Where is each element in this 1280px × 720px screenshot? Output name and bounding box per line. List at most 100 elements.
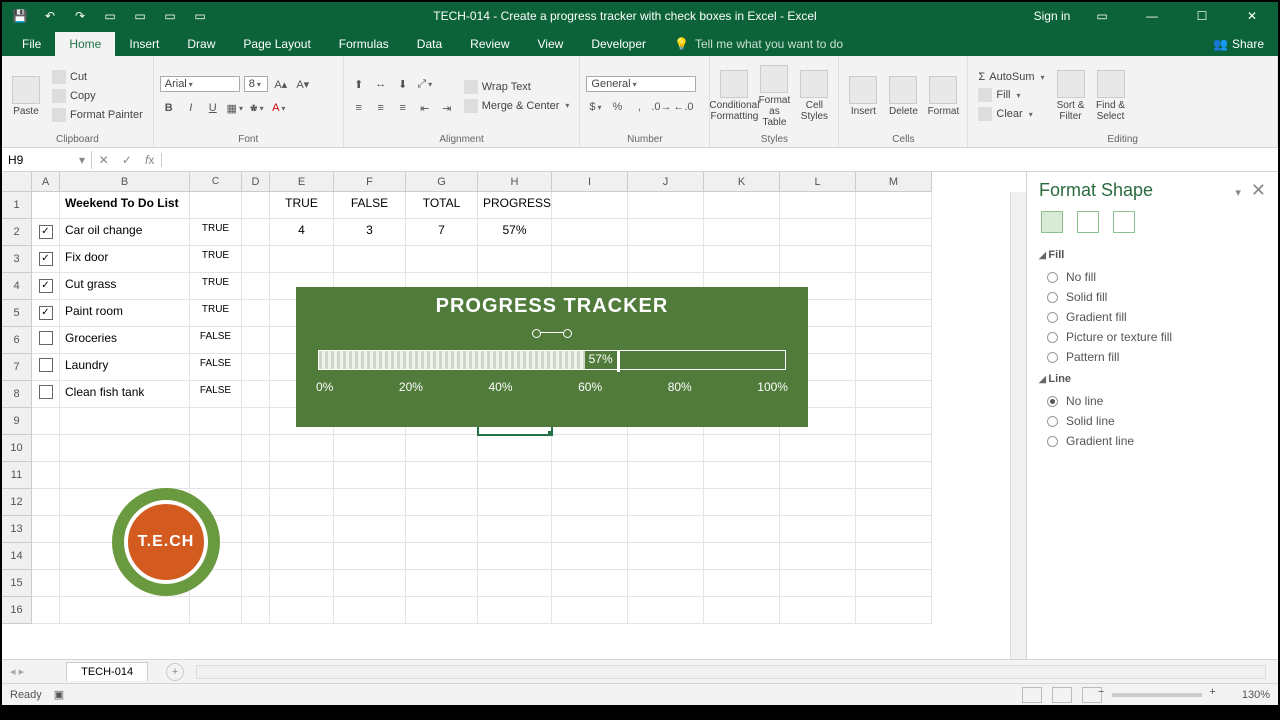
checkbox[interactable]: ✓ xyxy=(39,225,53,239)
cell[interactable] xyxy=(856,327,932,354)
cell[interactable]: 57% xyxy=(478,219,552,246)
cell[interactable] xyxy=(242,462,270,489)
cell[interactable] xyxy=(270,489,334,516)
cell[interactable] xyxy=(780,462,856,489)
tab-page-layout[interactable]: Page Layout xyxy=(229,32,324,56)
cell[interactable] xyxy=(704,489,780,516)
col-header[interactable]: L xyxy=(780,172,856,192)
cell[interactable] xyxy=(242,489,270,516)
qat-icon[interactable]: ▭ xyxy=(102,8,118,24)
row-header[interactable]: 14 xyxy=(2,543,32,570)
cell[interactable] xyxy=(478,246,552,273)
row-header[interactable]: 12 xyxy=(2,489,32,516)
col-header[interactable]: I xyxy=(552,172,628,192)
cell[interactable] xyxy=(406,246,478,273)
pane-close-icon[interactable]: ✕ xyxy=(1251,180,1266,200)
cell[interactable] xyxy=(334,516,406,543)
cell[interactable]: Clean fish tank xyxy=(60,381,190,408)
cell[interactable] xyxy=(478,570,552,597)
col-header[interactable]: D xyxy=(242,172,270,192)
share-button[interactable]: 👥Share xyxy=(1199,32,1278,56)
cell[interactable] xyxy=(270,462,334,489)
cell[interactable] xyxy=(478,435,552,462)
cell[interactable] xyxy=(242,570,270,597)
normal-view-icon[interactable] xyxy=(1022,687,1042,703)
cell[interactable] xyxy=(334,462,406,489)
cell[interactable] xyxy=(270,435,334,462)
row-header[interactable]: 16 xyxy=(2,597,32,624)
cell[interactable] xyxy=(406,570,478,597)
col-header[interactable]: C xyxy=(190,172,242,192)
sort-filter-button[interactable]: Sort & Filter xyxy=(1053,70,1089,122)
cell[interactable] xyxy=(242,354,270,381)
cell[interactable] xyxy=(406,435,478,462)
cell[interactable] xyxy=(780,597,856,624)
cell[interactable] xyxy=(242,597,270,624)
cell[interactable]: PROGRESS xyxy=(478,192,552,219)
cell[interactable] xyxy=(32,489,60,516)
redo-icon[interactable]: ↷ xyxy=(72,8,88,24)
cell[interactable] xyxy=(856,489,932,516)
cell[interactable]: TRUE xyxy=(190,300,242,327)
zoom-slider[interactable] xyxy=(1112,693,1202,697)
signin-link[interactable]: Sign in xyxy=(1032,9,1072,23)
pane-options-icon[interactable]: ▾ xyxy=(1235,187,1241,199)
tab-data[interactable]: Data xyxy=(403,32,456,56)
conditional-formatting-button[interactable]: Conditional Formatting xyxy=(716,70,752,122)
radio-option[interactable]: No fill xyxy=(1039,267,1266,287)
paste-button[interactable]: Paste xyxy=(8,76,44,117)
radio-option[interactable]: Solid line xyxy=(1039,411,1266,431)
cell[interactable] xyxy=(856,408,932,435)
cell[interactable] xyxy=(628,516,704,543)
maximize-icon[interactable]: ☐ xyxy=(1182,9,1222,23)
cell[interactable] xyxy=(780,543,856,570)
font-color-button[interactable]: A xyxy=(270,99,288,117)
cell[interactable] xyxy=(406,516,478,543)
col-header[interactable]: E xyxy=(270,172,334,192)
tell-me[interactable]: 💡Tell me what you want to do xyxy=(660,32,857,56)
tab-file[interactable]: File xyxy=(8,32,55,56)
cell[interactable] xyxy=(190,462,242,489)
col-header[interactable]: F xyxy=(334,172,406,192)
col-header[interactable]: H xyxy=(478,172,552,192)
cell[interactable]: Car oil change xyxy=(60,219,190,246)
close-icon[interactable]: ✕ xyxy=(1232,9,1272,23)
cell[interactable] xyxy=(270,516,334,543)
cell[interactable] xyxy=(780,192,856,219)
save-icon[interactable]: 💾 xyxy=(12,8,28,24)
cell[interactable] xyxy=(32,408,60,435)
cell[interactable] xyxy=(628,462,704,489)
cell[interactable] xyxy=(270,246,334,273)
cell[interactable]: FALSE xyxy=(190,354,242,381)
cell[interactable] xyxy=(552,462,628,489)
cell[interactable] xyxy=(406,543,478,570)
cell[interactable] xyxy=(780,489,856,516)
cell[interactable] xyxy=(552,192,628,219)
align-middle-icon[interactable]: ↔ xyxy=(372,75,390,93)
cancel-formula-icon[interactable]: ✕ xyxy=(99,153,109,167)
page-layout-view-icon[interactable] xyxy=(1052,687,1072,703)
selection-handle-icon[interactable] xyxy=(532,329,572,337)
cell[interactable]: TRUE xyxy=(190,219,242,246)
undo-icon[interactable]: ↶ xyxy=(42,8,58,24)
cell[interactable] xyxy=(628,489,704,516)
dec-decimal-icon[interactable]: ←.0 xyxy=(674,98,692,116)
horizontal-scrollbar[interactable] xyxy=(196,665,1266,679)
worksheet[interactable]: ABCDEFGHIJKLM 12345678910111213141516 We… xyxy=(2,172,1026,659)
cell[interactable] xyxy=(628,435,704,462)
checkbox[interactable]: ✓ xyxy=(39,279,53,293)
cut-button[interactable]: Cut xyxy=(48,69,147,85)
cell[interactable] xyxy=(242,435,270,462)
row-header[interactable]: 10 xyxy=(2,435,32,462)
radio-option[interactable]: No line xyxy=(1039,391,1266,411)
cell[interactable] xyxy=(32,435,60,462)
cell[interactable] xyxy=(32,354,60,381)
fill-button[interactable]: Fill xyxy=(974,87,1048,103)
checkbox[interactable] xyxy=(39,331,53,345)
indent-inc-icon[interactable]: ⇥ xyxy=(438,99,456,117)
cell[interactable]: Weekend To Do List xyxy=(60,192,190,219)
cell[interactable] xyxy=(856,543,932,570)
cell[interactable]: 3 xyxy=(334,219,406,246)
percent-icon[interactable]: % xyxy=(608,98,626,116)
border-button[interactable]: ▦ xyxy=(226,99,244,117)
